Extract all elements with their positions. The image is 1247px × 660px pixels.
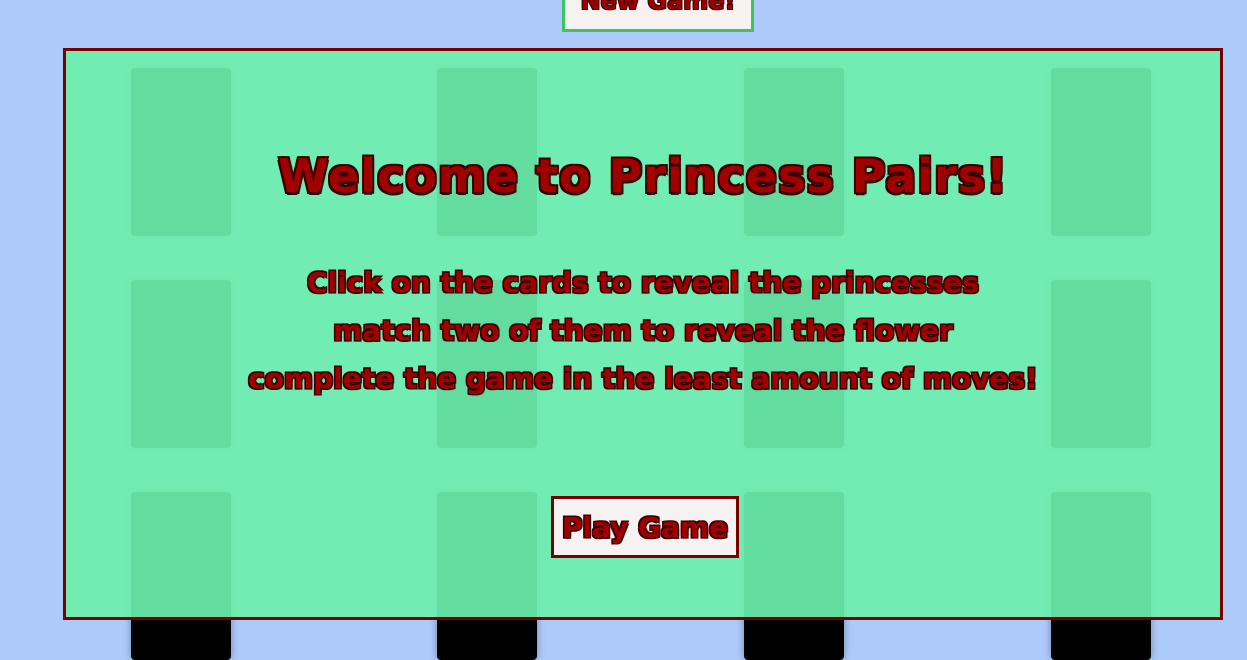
welcome-title: Welcome to Princess Pairs! [277, 149, 1009, 203]
instruction-line: match two of them to reveal the flower [333, 314, 953, 347]
instructions: Click on the cards to reveal the princes… [66, 259, 1220, 403]
welcome-overlay: Welcome to Princess Pairs! Click on the … [63, 48, 1223, 620]
instruction-line: complete the game in the least amount of… [248, 362, 1038, 395]
play-game-button[interactable]: Play Game [551, 496, 739, 558]
instruction-line: Click on the cards to reveal the princes… [306, 266, 980, 299]
